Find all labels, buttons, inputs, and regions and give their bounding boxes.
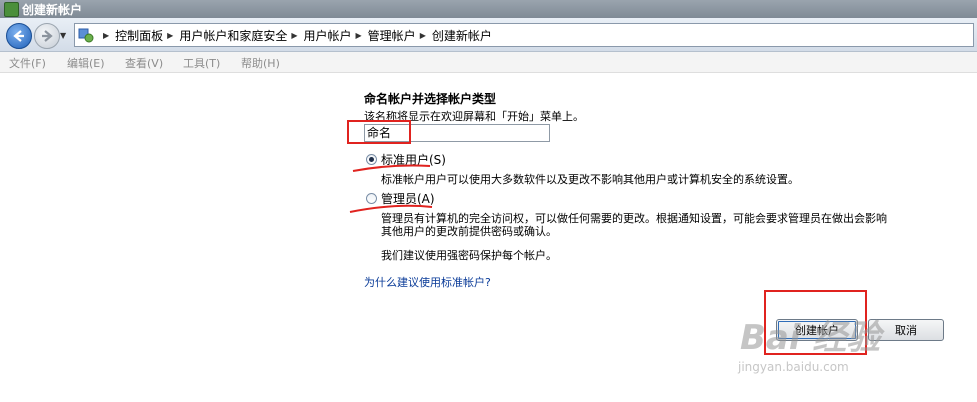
- back-button[interactable]: [6, 23, 32, 49]
- forward-button[interactable]: [34, 23, 60, 49]
- strong-password-note: 我们建议使用强密码保护每个帐户。: [381, 249, 557, 262]
- menu-help[interactable]: 帮助(H): [241, 55, 280, 71]
- baidu-watermark-logo: Bai 经验: [740, 318, 881, 358]
- breadcrumb-separator-icon[interactable]: ▶: [356, 31, 362, 40]
- control-panel-icon: [4, 2, 19, 17]
- annotation-box-name: [347, 120, 411, 144]
- breadcrumb-separator-icon[interactable]: ▶: [420, 31, 426, 40]
- administrator-description-line-2: 其他用户的更改前提供密码或确认。: [381, 225, 557, 238]
- address-bar[interactable]: ▶ 控制面板 ▶ 用户帐户和家庭安全 ▶ 用户帐户 ▶ 管理帐户 ▶ 创建新帐户: [74, 23, 974, 47]
- back-arrow-icon: [13, 30, 24, 42]
- menu-edit[interactable]: 编辑(E): [67, 55, 105, 71]
- window-title: 创建新帐户: [22, 3, 83, 17]
- standard-user-description: 标准帐户用户可以使用大多数软件以及更改不影响其他用户或计算机安全的系统设置。: [381, 173, 799, 186]
- recent-pages-dropdown-icon[interactable]: ▼: [60, 31, 66, 40]
- menu-view[interactable]: 查看(V): [125, 55, 163, 71]
- menu-file[interactable]: 文件(F): [9, 55, 46, 71]
- breadcrumb-manage-accounts[interactable]: 管理帐户: [368, 27, 416, 44]
- navigation-bar: ▼ ▶ 控制面板 ▶ 用户帐户和家庭安全 ▶ 用户帐户 ▶ 管理帐户 ▶ 创建新…: [0, 18, 977, 52]
- control-panel-icon: [78, 28, 94, 43]
- standard-user-radio[interactable]: [366, 154, 377, 165]
- breadcrumb-user-accounts[interactable]: 用户帐户: [304, 27, 352, 44]
- administrator-radio[interactable]: [366, 193, 377, 204]
- title-bar: 创建新帐户: [0, 0, 977, 18]
- breadcrumb-separator-icon[interactable]: ▶: [167, 31, 173, 40]
- forward-arrow-icon: [42, 30, 53, 42]
- menu-tools[interactable]: 工具(T): [183, 55, 220, 71]
- baidu-watermark-url: jingyan.baidu.com: [738, 360, 849, 374]
- breadcrumb-control-panel[interactable]: 控制面板: [115, 27, 163, 44]
- breadcrumb-separator-icon[interactable]: ▶: [291, 31, 297, 40]
- administrator-description-line-1: 管理员有计算机的完全访问权，可以做任何需要的更改。根据通知设置，可能会要求管理员…: [381, 212, 887, 225]
- breadcrumb-user-accounts-family-safety[interactable]: 用户帐户和家庭安全: [179, 27, 287, 44]
- standard-user-label[interactable]: 标准用户(S): [381, 151, 446, 168]
- breadcrumb: ▶ 控制面板 ▶ 用户帐户和家庭安全 ▶ 用户帐户 ▶ 管理帐户 ▶ 创建新帐户: [99, 27, 492, 44]
- administrator-label[interactable]: 管理员(A): [381, 190, 435, 207]
- menu-bar: 文件(F) 编辑(E) 查看(V) 工具(T) 帮助(H): [0, 52, 977, 73]
- page-title: 命名帐户并选择帐户类型: [364, 92, 497, 106]
- breadcrumb-create-account[interactable]: 创建新帐户: [432, 27, 492, 44]
- breadcrumb-separator-icon[interactable]: ▶: [103, 31, 109, 40]
- why-standard-account-link[interactable]: 为什么建议使用标准帐户?: [364, 274, 491, 290]
